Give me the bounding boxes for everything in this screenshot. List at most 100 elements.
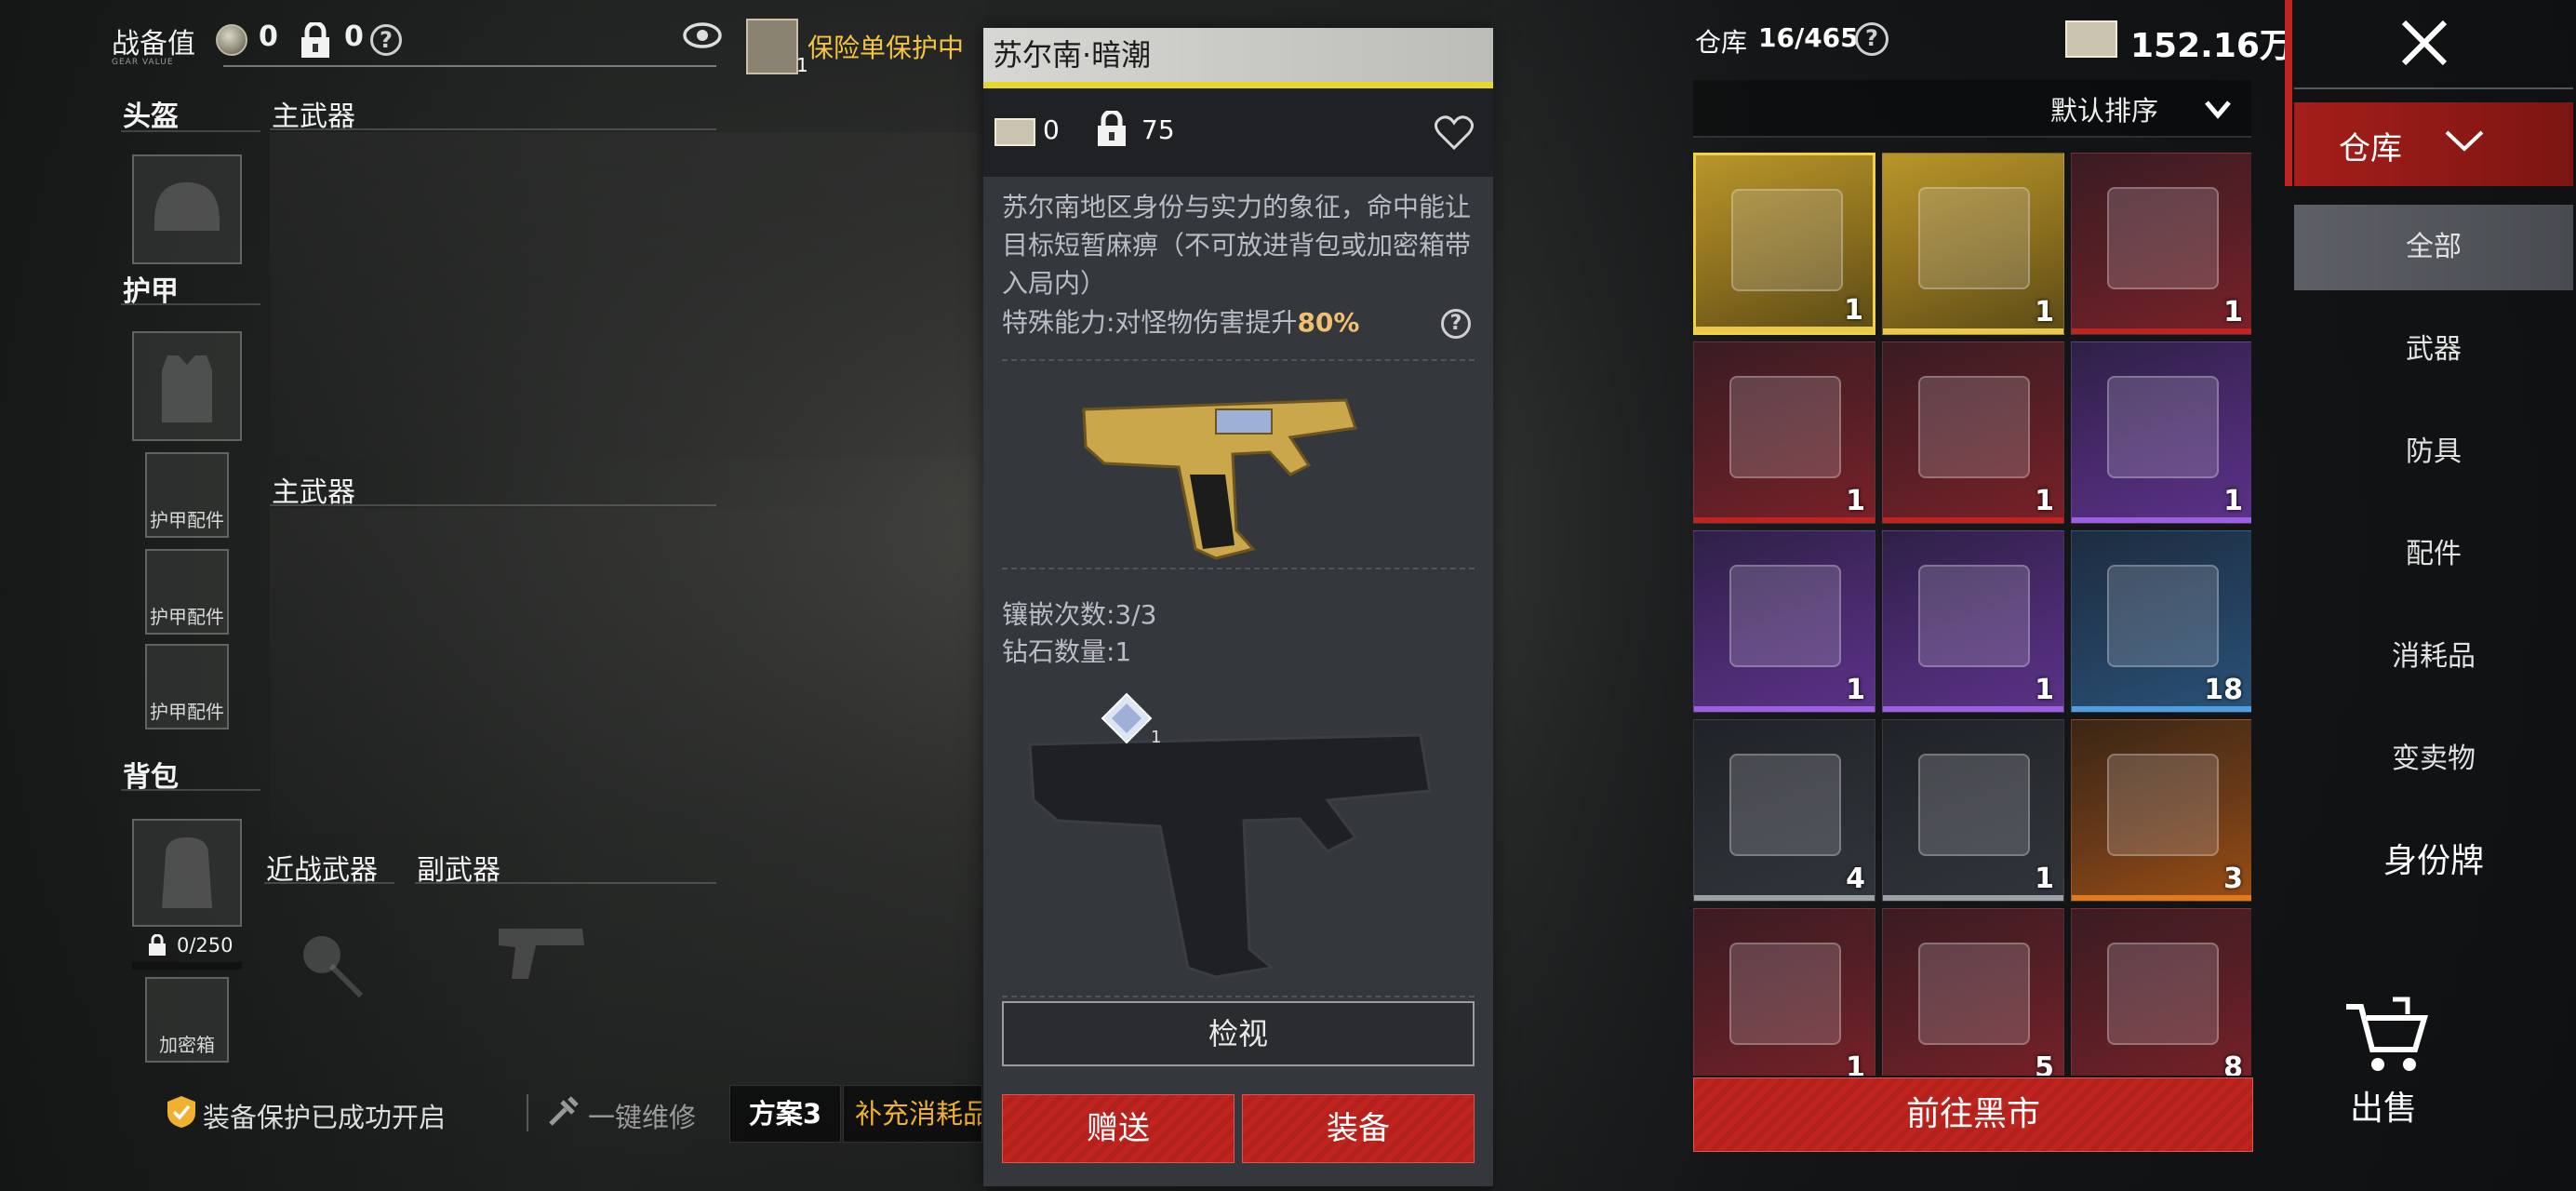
category-6[interactable]: 身份牌: [2294, 819, 2573, 904]
inlay-count: 镶嵌次数:3/3: [1002, 599, 1157, 630]
shield-check-icon: [167, 1096, 195, 1128]
inspect-button[interactable]: 检视: [1002, 1001, 1475, 1066]
item-count: 1: [2035, 485, 2054, 517]
help-icon[interactable]: ?: [370, 24, 402, 56]
warehouse-item[interactable]: 18: [2071, 530, 2251, 713]
warehouse-item[interactable]: 5: [1882, 908, 2064, 1076]
backpack-slot[interactable]: [132, 819, 242, 927]
chevron-down-icon: [2205, 100, 2231, 119]
category-0[interactable]: 全部: [2294, 205, 2573, 290]
item-count: 18: [2204, 674, 2243, 706]
primary-line-1: [270, 128, 716, 130]
refill-button[interactable]: 补充消耗品: [843, 1085, 982, 1143]
item-coin-value: 0: [1043, 114, 1060, 145]
diamond-count: 钻石数量:1: [1002, 636, 1132, 667]
close-icon[interactable]: [2396, 15, 2452, 71]
vest-icon: [162, 355, 212, 422]
item-count: 1: [1844, 294, 1863, 327]
item-count: 5: [2035, 1051, 2054, 1076]
warehouse-item[interactable]: 1: [1693, 341, 1875, 524]
category-3[interactable]: 配件: [2294, 512, 2573, 597]
item-count: 1: [1846, 674, 1865, 706]
item-lock-icon: [1098, 111, 1126, 146]
helmet-line: [121, 130, 260, 132]
warehouse-item[interactable]: 4: [1693, 719, 1875, 902]
category-1[interactable]: 武器: [2294, 307, 2573, 393]
coin-amount: 0: [259, 20, 278, 53]
armor-slot[interactable]: [132, 331, 242, 441]
item-count: 1: [2035, 296, 2054, 328]
secondary-line: [415, 882, 716, 884]
warehouse-item[interactable]: 1: [1693, 530, 1875, 713]
item-count: 4: [1846, 863, 1865, 895]
armor-attachment-slot-1[interactable]: 护甲配件: [145, 452, 229, 538]
go-black-market-button[interactable]: 前往黑市: [1693, 1077, 2253, 1152]
gift-button[interactable]: 赠送: [1002, 1094, 1235, 1163]
armor-attach-label: 护甲配件: [150, 701, 224, 723]
category-4[interactable]: 消耗品: [2294, 614, 2573, 700]
bottom-divider: [527, 1094, 528, 1131]
plan-label: 方案3: [748, 1098, 822, 1130]
warehouse-item[interactable]: 1: [1693, 908, 1875, 1076]
warehouse-item[interactable]: 3: [2071, 719, 2251, 902]
diamond-icon: [1101, 692, 1153, 744]
ammo-box-icon: [1729, 754, 1841, 856]
rarity-bar: [1883, 328, 2063, 334]
melee-line: [264, 882, 394, 884]
cart-icon[interactable]: [2341, 996, 2430, 1079]
warehouse-item[interactable]: 8: [2071, 908, 2251, 1076]
warehouse-item[interactable]: 1: [1882, 719, 2064, 902]
currency-amount: 152.16万: [2130, 27, 2293, 65]
lock-amount: 0: [344, 20, 364, 53]
equip-button[interactable]: 装备: [1242, 1094, 1475, 1163]
backpack-line: [121, 789, 260, 791]
gold-anchor-icon: [2107, 754, 2219, 856]
pistol-icon: [1731, 189, 1843, 291]
header-divider: [223, 65, 716, 67]
red-pouch-icon: [1918, 754, 2030, 856]
warehouse-item[interactable]: 1: [2071, 341, 2251, 524]
rarity-bar: [1694, 517, 1875, 523]
warehouse-item[interactable]: 1: [1693, 153, 1875, 335]
warehouse-item[interactable]: 1: [1882, 153, 2064, 335]
warehouse-item[interactable]: 1: [1882, 530, 2064, 713]
documents-icon: [1729, 943, 1841, 1045]
eye-icon[interactable]: [682, 19, 723, 52]
divider-1: [1002, 359, 1475, 361]
primary-weapon-slot-1[interactable]: [270, 132, 977, 458]
primary-weapon-slot-2[interactable]: [270, 508, 977, 834]
warehouse-item[interactable]: 1: [1882, 341, 2064, 524]
plan-button[interactable]: 方案3: [729, 1085, 841, 1143]
orange-case-icon: [1729, 376, 1841, 478]
warehouse-item[interactable]: 1: [2071, 153, 2251, 335]
category-5[interactable]: 变卖物: [2294, 716, 2573, 802]
melee-slot[interactable]: [264, 886, 404, 1063]
warehouse-help-icon[interactable]: ?: [1855, 22, 1889, 56]
favorite-heart-icon[interactable]: [1434, 114, 1475, 152]
helmet-label: 头盔: [123, 100, 179, 133]
secure-case-slot[interactable]: 加密箱: [145, 977, 229, 1063]
special-prefix: 特殊能力:对怪物伤害提升: [1002, 307, 1298, 338]
special-help-icon[interactable]: ?: [1441, 309, 1471, 339]
gear-value-sub: GEAR VALUE: [112, 58, 174, 67]
tab-warehouse[interactable]: 仓库: [2294, 102, 2573, 186]
item-special-ability: 特殊能力:对怪物伤害提升80%: [1002, 303, 1439, 341]
item-count: 1: [2223, 485, 2243, 517]
category-2[interactable]: 防具: [2294, 409, 2573, 495]
item-lock-value: 75: [1141, 114, 1175, 145]
armor-attachment-slot-3[interactable]: 护甲配件: [145, 644, 229, 729]
repair-tools-icon[interactable]: [545, 1094, 581, 1130]
secondary-slot[interactable]: [415, 886, 716, 1063]
helmet-slot[interactable]: [132, 154, 242, 264]
backpack-capacity: 0/250: [177, 934, 234, 957]
item-stats-bar: 0 75: [983, 88, 1493, 177]
insurance-count: 1: [796, 54, 808, 76]
sell-button[interactable]: 出售: [2350, 1081, 2417, 1130]
repair-button[interactable]: 一键维修: [588, 1096, 696, 1135]
special-value: 80%: [1297, 307, 1360, 338]
gun-silhouette-image: [1028, 733, 1432, 979]
insurance-icon[interactable]: [746, 19, 798, 74]
sort-dropdown[interactable]: 默认排序: [1693, 80, 2251, 138]
item-count: 1: [1846, 485, 1865, 517]
armor-attachment-slot-2[interactable]: 护甲配件: [145, 549, 229, 635]
